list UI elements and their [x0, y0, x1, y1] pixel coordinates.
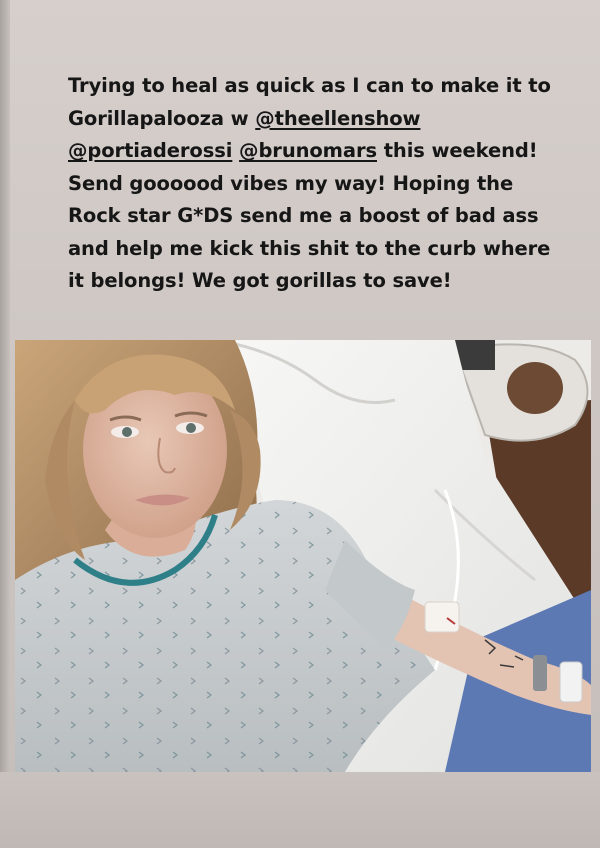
caption-line: and help me kick this shit to the curb w… — [68, 233, 588, 266]
caption-text: Send goooood vibes my way! Hoping the — [68, 171, 514, 195]
caption-line: Trying to heal as quick as I can to make… — [68, 70, 588, 103]
mention-link[interactable]: @portiaderossi — [68, 139, 232, 162]
mention-link[interactable]: @theellenshow — [255, 107, 420, 130]
caption-line: Send goooood vibes my way! Hoping the — [68, 168, 588, 201]
caption-text: Gorillapalooza w — [68, 106, 256, 130]
caption-text: Trying to heal as quick as I can to make… — [68, 74, 551, 97]
caption-text: it belongs! We got gorillas to save! — [68, 269, 452, 292]
caption-line: Rock star G*DS send me a boost of bad as… — [68, 200, 588, 233]
caption-text: Rock star G*DS send me a boost of bad as… — [68, 204, 539, 227]
caption-text: this weekend! — [377, 139, 538, 162]
caption-line: it belongs! We got gorillas to save! — [68, 265, 588, 298]
caption-line: @portiaderossi @brunomars this weekend! — [68, 135, 588, 168]
story-bottom-band — [0, 772, 600, 848]
story-frame: Trying to heal as quick as I can to make… — [0, 0, 600, 848]
story-left-edge — [0, 0, 10, 848]
story-photo — [15, 340, 591, 772]
story-caption: Trying to heal as quick as I can to make… — [68, 70, 588, 298]
mention-link[interactable]: @brunomars — [239, 139, 377, 162]
caption-line: Gorillapalooza w @theellenshow — [68, 103, 588, 136]
caption-text: and help me kick this shit to the curb w… — [68, 236, 551, 260]
hospital-bed-selfie-image — [15, 340, 591, 772]
